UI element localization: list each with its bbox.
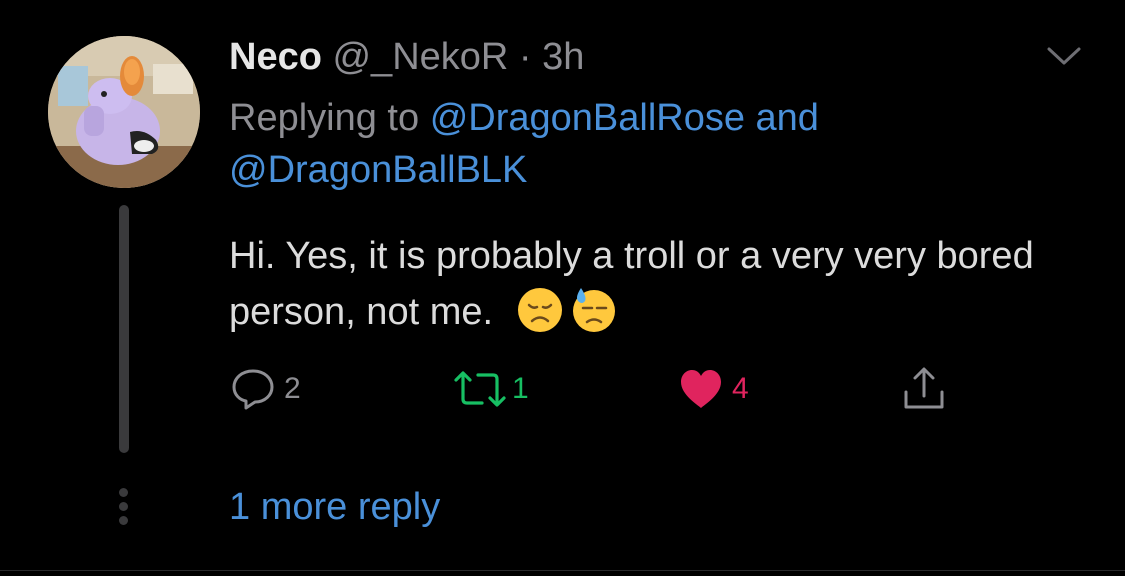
- heart-icon: [681, 370, 721, 408]
- divider: [0, 570, 1125, 571]
- retweet-count: 1: [512, 372, 529, 405]
- replying-to: Replying to @DragonBallRose and @DragonB…: [229, 92, 1049, 196]
- display-name[interactable]: Neco: [229, 36, 322, 78]
- reply-count: 2: [284, 372, 301, 405]
- like-button[interactable]: 4: [678, 366, 749, 412]
- tweet-header: Neco @_NekoR · 3h: [229, 34, 584, 80]
- reply-button[interactable]: 2: [230, 366, 301, 412]
- time-separator: ·: [518, 36, 532, 78]
- handle[interactable]: @_NekoR: [332, 36, 508, 78]
- disappointed-face-emoji: [516, 286, 564, 334]
- share-button[interactable]: [901, 366, 947, 412]
- mention-link[interactable]: @DragonBallBLK: [229, 149, 527, 191]
- tweet-body: Hi. Yes, it is probably a troll or a ver…: [229, 235, 1034, 333]
- avatar-image: [48, 36, 200, 188]
- avatar[interactable]: [48, 36, 200, 188]
- more-replies-link[interactable]: 1 more reply: [229, 484, 440, 530]
- thread-dots-icon: [117, 488, 131, 528]
- mention-conjunction[interactable]: and: [756, 97, 819, 139]
- thread-line: [119, 205, 129, 453]
- downcast-face-with-sweat-emoji: [570, 286, 618, 334]
- more-options-chevron-down-icon[interactable]: [1046, 44, 1082, 68]
- like-count: 4: [732, 372, 749, 405]
- retweet-icon: [454, 371, 506, 407]
- timestamp[interactable]: 3h: [542, 36, 584, 78]
- mention-link[interactable]: @DragonBallRose: [430, 97, 745, 139]
- tweet-text: Hi. Yes, it is probably a troll or a ver…: [229, 228, 1089, 340]
- replying-prefix: Replying to: [229, 97, 420, 139]
- retweet-button[interactable]: 1: [452, 366, 529, 412]
- share-icon: [904, 367, 944, 409]
- reply-bubble-icon: [232, 369, 274, 410]
